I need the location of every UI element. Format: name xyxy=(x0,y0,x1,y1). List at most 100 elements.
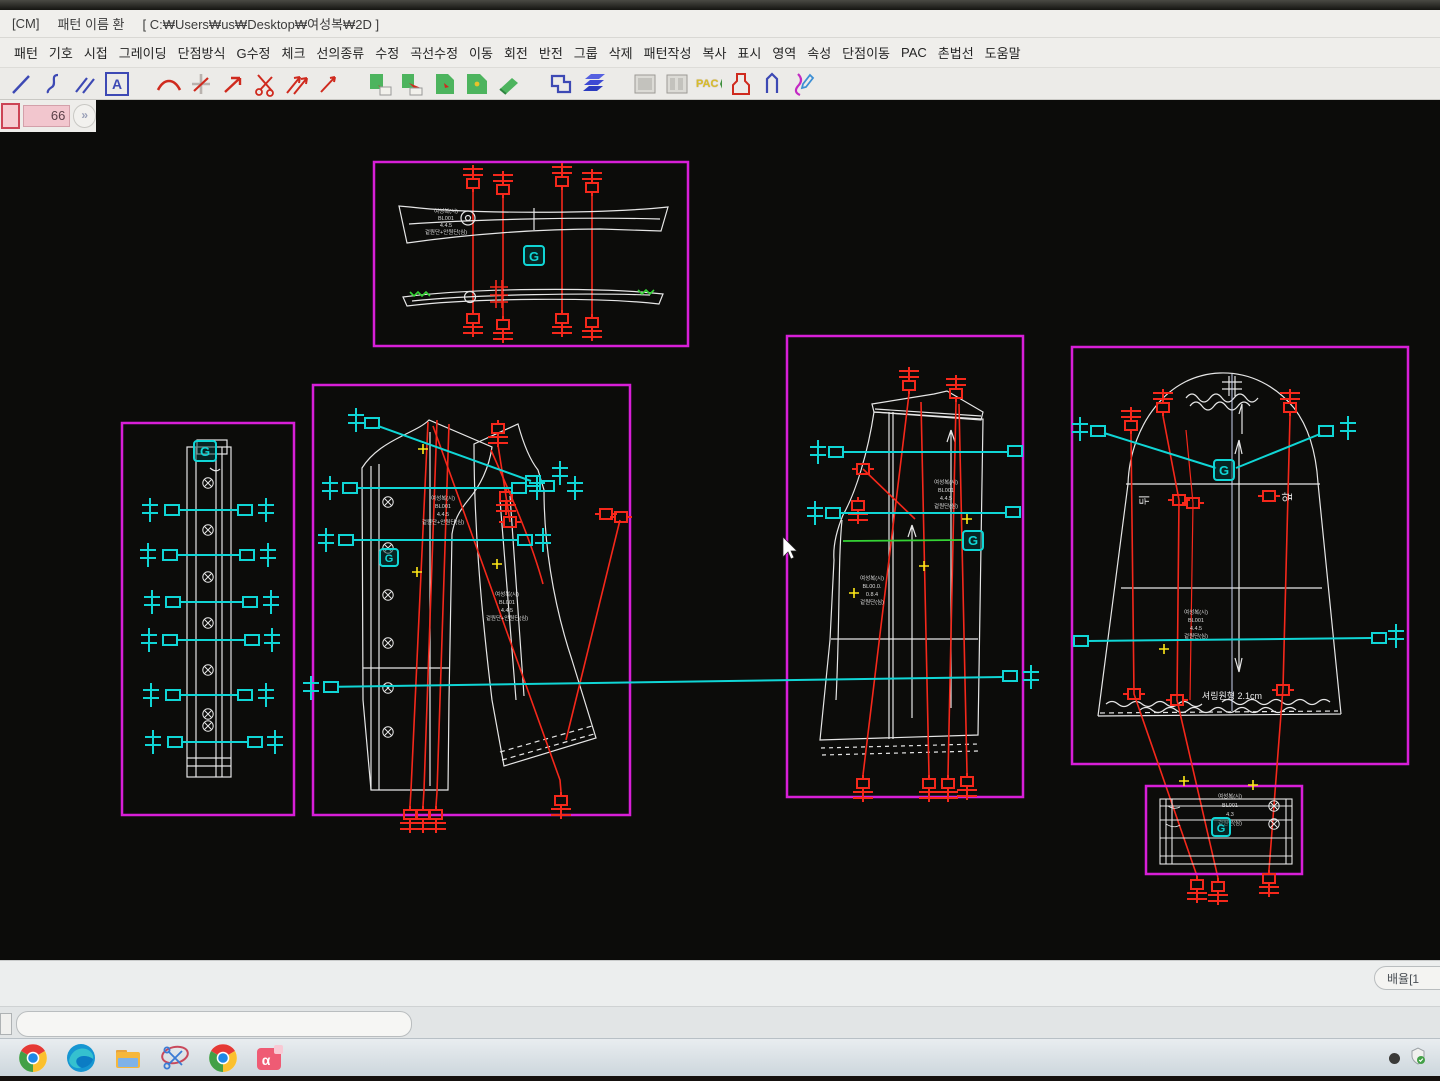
menu-point-move[interactable]: 단점이동 xyxy=(842,43,890,62)
blue-corner-tool-icon[interactable] xyxy=(548,71,574,97)
double-arrow-tool-icon[interactable] xyxy=(284,71,310,97)
menu-rotate[interactable]: 회전 xyxy=(504,43,528,62)
svg-text:G: G xyxy=(1219,463,1229,478)
pattern-cad-app-icon[interactable]: α xyxy=(255,1043,285,1073)
document-path: [ C:₩Users₩us₩Desktop₩여성복₩2D ] xyxy=(142,14,379,33)
pattern-box-placket[interactable]: G xyxy=(122,423,294,815)
svg-text:G: G xyxy=(529,249,539,264)
svg-text:겉원단(심): 겉원단(심) xyxy=(934,502,958,510)
g-marker-collar[interactable]: G xyxy=(524,246,544,265)
long-measure-line xyxy=(303,665,1039,700)
panel-expand-button[interactable]: » xyxy=(73,104,96,128)
pen-wave-tool-icon[interactable] xyxy=(792,71,818,97)
pattern-box-front[interactable]: 여성복(시) BL001 4.4.5 겉원단+안원단(심) 여성복(시) BL0… xyxy=(313,385,632,833)
svg-text:BL001: BL001 xyxy=(499,600,515,606)
slash-arrow-tool-icon[interactable] xyxy=(316,71,342,97)
pac-tool-label: PAC xyxy=(696,78,718,90)
zoom-ratio-button[interactable]: 배율[1 xyxy=(1374,966,1440,990)
window-tool-icon[interactable] xyxy=(632,71,658,97)
menu-g-edit[interactable]: G수정 xyxy=(236,43,270,62)
drawing-canvas[interactable]: 여성복(시) BL001 4.4.5 겉원단+안원단(심) G xyxy=(0,100,1440,960)
chrome-icon[interactable] xyxy=(18,1043,48,1073)
green-measure-line xyxy=(843,540,962,541)
menu-check[interactable]: 체크 xyxy=(282,43,306,62)
menu-delete[interactable]: 삭제 xyxy=(609,43,633,62)
columns-tool-icon[interactable] xyxy=(664,71,690,97)
text-tool-icon[interactable]: A xyxy=(104,71,130,97)
copy-piece-tool-icon[interactable] xyxy=(368,71,394,97)
system-tray xyxy=(1389,1047,1426,1070)
arc-tool-icon[interactable] xyxy=(156,71,182,97)
svg-text:여성복(시): 여성복(시) xyxy=(431,494,455,502)
security-shield-icon[interactable] xyxy=(1410,1047,1426,1070)
pattern-box-collar[interactable]: 여성복(시) BL001 4.4.5 겉원단+안원단(심) G xyxy=(374,162,688,346)
monitor-bezel-top xyxy=(0,0,1440,10)
back-piece[interactable] xyxy=(820,391,983,755)
g-marker-back[interactable]: G xyxy=(963,531,983,550)
parallel-line-tool-icon[interactable] xyxy=(72,71,98,97)
menu-curve-edit[interactable]: 곡선수정 xyxy=(410,43,458,62)
menu-pac[interactable]: PAC xyxy=(901,45,927,60)
background-app-dot-icon[interactable] xyxy=(1389,1053,1400,1064)
snipping-tool-icon[interactable] xyxy=(160,1043,190,1073)
red-pattern-tool-icon[interactable] xyxy=(728,71,754,97)
menu-edit[interactable]: 수정 xyxy=(375,43,399,62)
collar-lower-piece[interactable] xyxy=(403,289,663,306)
size-panel: 66 » xyxy=(0,100,96,132)
piece-mark-tool-icon[interactable] xyxy=(432,71,458,97)
menu-copy[interactable]: 복사 xyxy=(702,43,726,62)
cross-mark-tool-icon[interactable] xyxy=(188,71,214,97)
chrome-icon-2[interactable] xyxy=(208,1043,238,1073)
sleeve-info-text: 여성복(시) BL001 4.4.5 겉원단(심) xyxy=(1184,608,1208,640)
menu-line-type[interactable]: 선의종류 xyxy=(316,43,364,62)
menu-seam[interactable]: 시접 xyxy=(84,43,108,62)
size-value-field[interactable]: 66 xyxy=(23,105,70,127)
menu-display[interactable]: 표시 xyxy=(737,43,761,62)
g-marker-placket[interactable]: G xyxy=(194,441,216,461)
g-marker-sleeve[interactable]: G xyxy=(1214,460,1234,480)
menu-pattern[interactable]: 패턴 xyxy=(14,43,38,62)
curve-tool-icon[interactable] xyxy=(40,71,66,97)
move-piece-tool-icon[interactable] xyxy=(400,71,426,97)
eraser-tool-icon[interactable] xyxy=(496,71,522,97)
piece-pair-tool-icon[interactable] xyxy=(464,71,490,97)
svg-text:4.4.5: 4.4.5 xyxy=(501,608,513,614)
red-hash-mark xyxy=(490,280,508,308)
monitor-bezel-bottom xyxy=(0,1076,1440,1081)
horizontal-scrollbar[interactable] xyxy=(0,1006,1440,1039)
svg-text:α: α xyxy=(262,1052,271,1068)
scrollbar-thumb[interactable] xyxy=(16,1011,412,1037)
menu-move[interactable]: 이동 xyxy=(469,43,493,62)
svg-text:G: G xyxy=(385,553,394,565)
menu-flip[interactable]: 반전 xyxy=(539,43,563,62)
pattern-box-back[interactable]: 여성복(시) BL001 4.4.5 겉원단(심) 여성복(시) BL00.0.… xyxy=(787,336,1023,802)
svg-text:4.4.5: 4.4.5 xyxy=(440,223,452,229)
pac-tool-icon[interactable]: PAC xyxy=(696,71,722,97)
menu-point-method[interactable]: 단점방식 xyxy=(178,43,226,62)
file-explorer-icon[interactable] xyxy=(113,1043,143,1073)
menu-group[interactable]: 그룹 xyxy=(574,43,598,62)
g-marker-front[interactable]: G xyxy=(380,549,398,566)
scissors-tool-icon[interactable] xyxy=(252,71,278,97)
front-piece-1[interactable] xyxy=(362,420,492,790)
menu-measure-line[interactable]: 촌법선 xyxy=(938,43,974,62)
monitor-screen: [CM] 패턴 이름 환 [ C:₩Users₩us₩Desktop₩여성복₩2… xyxy=(0,0,1440,1081)
menu-make-pattern[interactable]: 패턴작성 xyxy=(644,43,692,62)
g-marker-cuff[interactable]: G xyxy=(1212,818,1230,836)
text-tool-label: A xyxy=(105,72,129,96)
menu-symbol[interactable]: 기호 xyxy=(49,43,73,62)
svg-text:4.4.5: 4.4.5 xyxy=(437,512,449,518)
edge-icon[interactable] xyxy=(66,1043,96,1073)
blue-pattern-tool-icon[interactable] xyxy=(760,71,786,97)
sleeve-shirring-label: 셔링원형 2.1cm xyxy=(1202,690,1262,701)
line-tool-icon[interactable] xyxy=(8,71,34,97)
menu-area[interactable]: 영역 xyxy=(772,43,796,62)
active-color-swatch[interactable] xyxy=(1,103,20,129)
scrollbar-left-stub[interactable] xyxy=(0,1013,12,1035)
menu-property[interactable]: 속성 xyxy=(807,43,831,62)
menu-grading[interactable]: 그레이딩 xyxy=(119,43,167,62)
menu-help[interactable]: 도움말 xyxy=(985,43,1021,62)
layer-stack-tool-icon[interactable] xyxy=(580,71,606,97)
arrow-tool-icon[interactable] xyxy=(220,71,246,97)
svg-text:BL001: BL001 xyxy=(435,504,451,510)
